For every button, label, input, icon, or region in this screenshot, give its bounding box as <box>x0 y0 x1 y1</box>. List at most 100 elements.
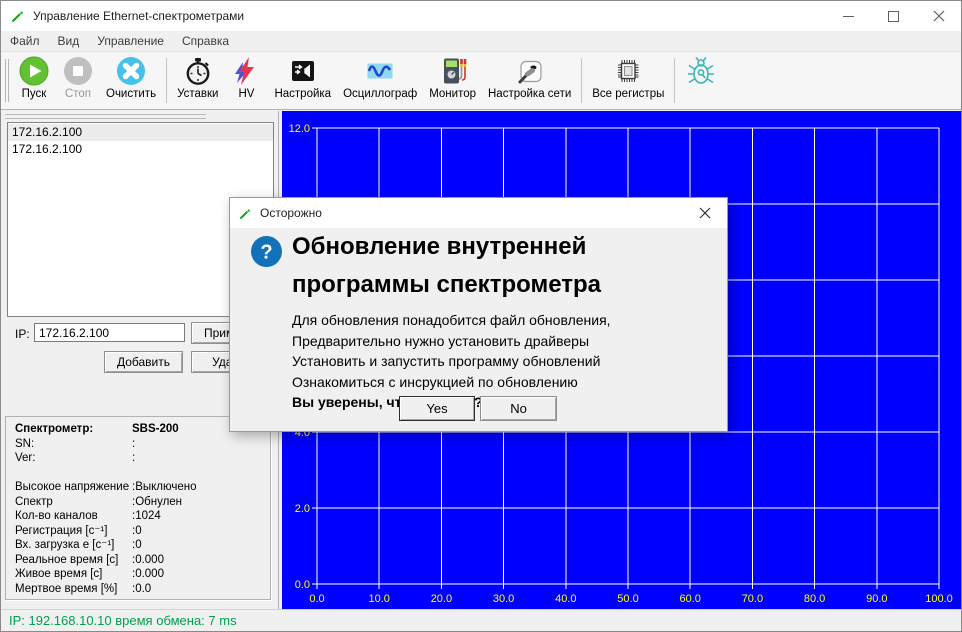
close-button[interactable] <box>916 1 961 31</box>
toolbar-label: Пуск <box>22 88 47 100</box>
app-window: Управление Ethernet-спектрометрами Файл … <box>0 0 962 632</box>
toolbar-label: HV <box>238 88 254 100</box>
y-tick-label: 2.0 <box>295 503 310 515</box>
add-button[interactable]: Добавить <box>104 351 183 373</box>
monitor-button[interactable]: Монитор <box>423 52 482 109</box>
info-row-value: :0 <box>132 524 142 539</box>
info-row-value: : <box>132 437 135 452</box>
start-button[interactable]: Пуск <box>12 52 56 109</box>
minimize-button[interactable] <box>826 1 871 31</box>
play-icon <box>18 55 50 87</box>
dialog-close-button[interactable] <box>682 198 727 228</box>
status-text: IP: 192.168.10.10 время обмена: 7 ms <box>9 613 237 628</box>
maximize-button[interactable] <box>871 1 916 31</box>
info-row: Реальное время [с]:0.000 <box>6 553 270 568</box>
wand-icon <box>238 206 253 221</box>
clear-button[interactable]: Очистить <box>100 52 162 109</box>
x-tick-label: 80.0 <box>804 593 825 605</box>
network-plug-icon <box>514 55 546 87</box>
info-row-label: Живое время [с] <box>15 567 132 582</box>
hv-button[interactable]: HV <box>224 52 268 109</box>
question-icon: ? <box>250 235 283 268</box>
x-tick-label: 50.0 <box>617 593 638 605</box>
dialog-heading: Обновление внутренней программы спектром… <box>292 228 637 304</box>
multimeter-icon <box>437 55 469 87</box>
no-button[interactable]: No <box>480 396 557 421</box>
panel-gripper[interactable] <box>5 114 206 119</box>
toolbar-label: Настройка сети <box>488 88 571 100</box>
info-row-value: SBS-200 <box>132 422 179 437</box>
info-row-value: :Выключено <box>132 480 197 495</box>
info-row-value: :0.000 <box>132 553 164 568</box>
stop-button[interactable]: Стоп <box>56 52 100 109</box>
info-row-value: :0 <box>132 538 142 553</box>
svg-text:?: ? <box>260 242 272 264</box>
info-row-value: :Обнулен <box>132 495 182 510</box>
maximize-icon <box>888 11 899 22</box>
status-bar: IP: 192.168.10.10 время обмена: 7 ms <box>1 609 961 631</box>
info-row-label: SN: <box>15 437 132 452</box>
x-tick-label: 40.0 <box>555 593 576 605</box>
menu-control[interactable]: Управление <box>88 32 173 50</box>
toolbar-gripper[interactable] <box>5 59 9 102</box>
info-row-value: : <box>132 451 135 466</box>
debug-button[interactable] <box>679 52 723 109</box>
toolbar-separator <box>674 58 675 103</box>
bug-icon <box>685 55 717 87</box>
stopwatch-icon <box>182 55 214 87</box>
toolbar-separator <box>166 58 167 103</box>
oscilloscope-button[interactable]: Осциллограф <box>337 52 423 109</box>
info-row-label <box>15 466 132 481</box>
info-row-value: :0.0 <box>132 582 151 597</box>
stop-icon <box>62 55 94 87</box>
info-row <box>6 466 270 481</box>
dialog-line: Предварительно нужно установить драйверы <box>292 331 611 352</box>
menu-file[interactable]: Файл <box>1 32 49 50</box>
x-tick-label: 30.0 <box>493 593 514 605</box>
info-row-label: Спектр <box>15 495 132 510</box>
minimize-icon <box>843 11 854 22</box>
x-tick-label: 90.0 <box>866 593 887 605</box>
info-row-value: :0.000 <box>132 567 164 582</box>
toolbar-label: Осциллограф <box>343 88 417 100</box>
y-tick-label: 12.0 <box>289 123 310 135</box>
info-row: Спектр:Обнулен <box>6 495 270 510</box>
all-registers-button[interactable]: Все регистры <box>586 52 670 109</box>
list-item[interactable]: 172.16.2.100 <box>8 124 273 141</box>
menu-view[interactable]: Вид <box>49 32 89 50</box>
network-settings-button[interactable]: Настройка сети <box>482 52 577 109</box>
close-icon <box>699 207 711 219</box>
toolbar-label: Стоп <box>65 88 91 100</box>
info-box: Спектрометр:SBS-200SN::Ver::Высокое напр… <box>5 416 271 600</box>
close-icon <box>933 10 945 22</box>
toolbar-label: Монитор <box>429 88 476 100</box>
toolbar-label: Уставки <box>177 88 218 100</box>
x-tick-label: 60.0 <box>679 593 700 605</box>
info-row: Регистрация [с⁻¹]:0 <box>6 524 270 539</box>
info-row: Вх. загрузка е [с⁻¹]:0 <box>6 538 270 553</box>
info-row: SN:: <box>6 437 270 452</box>
info-row-label: Мертвое время [%] <box>15 582 132 597</box>
info-row-label: Кол-во каналов <box>15 509 132 524</box>
info-row-label: Высокое напряжение <box>15 480 132 495</box>
list-item[interactable]: 172.16.2.100 <box>8 141 273 158</box>
toolbar-label: Очистить <box>106 88 156 100</box>
yes-button[interactable]: Yes <box>399 396 475 421</box>
info-row-label: Вх. загрузка е [с⁻¹] <box>15 538 132 553</box>
window-controls <box>826 1 961 31</box>
oscilloscope-icon <box>364 55 396 87</box>
ip-input[interactable] <box>34 323 185 342</box>
lightning-icon <box>230 55 262 87</box>
settings-button[interactable]: Настройка <box>268 52 337 109</box>
x-tick-label: 70.0 <box>742 593 763 605</box>
toolbar-label: Все регистры <box>592 88 664 100</box>
presets-button[interactable]: Уставки <box>171 52 224 109</box>
wand-icon <box>10 8 26 24</box>
info-row: Ver:: <box>6 451 270 466</box>
info-row: Живое время [с]:0.000 <box>6 567 270 582</box>
x-tick-label: 100.0 <box>925 593 953 605</box>
ip-label: IP: <box>15 327 30 341</box>
tuning-icon <box>287 55 319 87</box>
x-tick-label: 10.0 <box>368 593 389 605</box>
menu-help[interactable]: Справка <box>173 32 238 50</box>
